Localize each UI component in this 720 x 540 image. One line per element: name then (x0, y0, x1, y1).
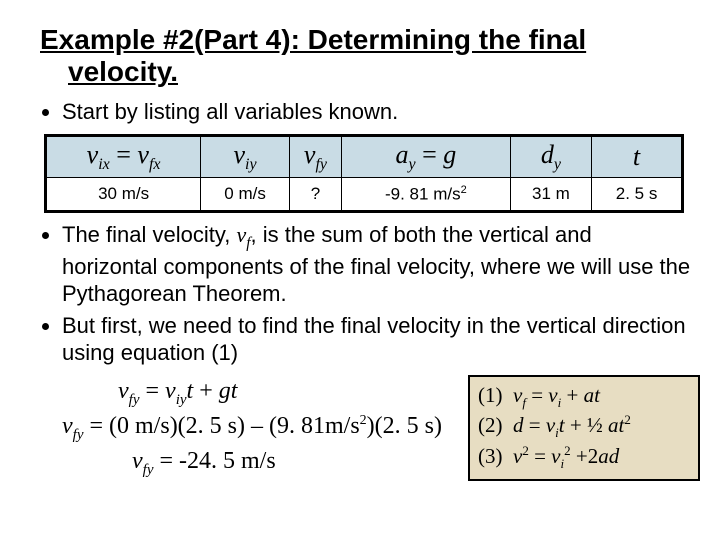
val-viy: 0 m/s (201, 177, 290, 211)
calc-line-3: vfy = -24. 5 m/s (62, 445, 462, 480)
bullet-list-top: Start by listing all variables known. (44, 98, 692, 126)
slide-title: Example #2(Part 4): Determining the fina… (40, 24, 692, 88)
bullet-first: But first, we need to find the final vel… (62, 312, 692, 367)
title-line-1: Example #2(Part 4): Determining the fina… (40, 24, 586, 55)
val-t: 2. 5 s (592, 177, 683, 211)
val-vfy: ? (289, 177, 341, 211)
col-vix: vix = vfx (46, 135, 201, 177)
col-dy: dy (510, 135, 591, 177)
calc-line-1: vfy = viyt + gt (62, 375, 462, 410)
bottom-row: vfy = viyt + gt vfy = (0 m/s)(2. 5 s) – … (62, 375, 692, 481)
slide: Example #2(Part 4): Determining the fina… (0, 0, 720, 540)
col-vfy: vfy (289, 135, 341, 177)
bullet-list-mid: The final velocity, vf, is the sum of bo… (44, 221, 692, 367)
calc-line-2: vfy = (0 m/s)(2. 5 s) – (9. 81m/s2)(2. 5… (62, 410, 462, 445)
eq-row-2: (2) d = vit + ½ at2 (478, 411, 690, 442)
col-viy: viy (201, 135, 290, 177)
val-ay: -9. 81 m/s2 (341, 177, 510, 211)
val-dy: 31 m (510, 177, 591, 211)
title-line-2: velocity. (68, 56, 178, 87)
col-t: t (592, 135, 683, 177)
eq-row-3: (3) v2 = vi2 +2ad (478, 442, 690, 473)
table-header-row: vix = vfx viy vfy ay = g dy t (46, 135, 683, 177)
bullet-vf-sum: The final velocity, vf, is the sum of bo… (62, 221, 692, 308)
equations-box: (1) vf = vi + at (2) d = vit + ½ at2 (3)… (468, 375, 700, 481)
bullet-start: Start by listing all variables known. (62, 98, 692, 126)
variables-table: vix = vfx viy vfy ay = g dy t 30 m/s 0 m… (44, 134, 684, 213)
col-ay: ay = g (341, 135, 510, 177)
eq-row-1: (1) vf = vi + at (478, 381, 690, 412)
calculation-block: vfy = viyt + gt vfy = (0 m/s)(2. 5 s) – … (62, 375, 462, 480)
table-value-row: 30 m/s 0 m/s ? -9. 81 m/s2 31 m 2. 5 s (46, 177, 683, 211)
val-vix: 30 m/s (46, 177, 201, 211)
